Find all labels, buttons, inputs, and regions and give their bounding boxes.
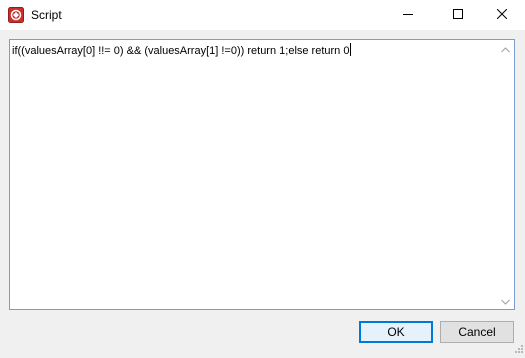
chevron-up-icon	[501, 40, 510, 58]
close-icon	[496, 6, 508, 24]
script-content: if((valuesArray[0] !!= 0) && (valuesArra…	[12, 45, 350, 57]
minimize-button[interactable]	[385, 0, 431, 30]
app-icon	[8, 7, 24, 23]
maximize-icon	[453, 6, 463, 24]
script-text[interactable]: if((valuesArray[0] !!= 0) && (valuesArra…	[12, 43, 352, 59]
vertical-scrollbar[interactable]	[497, 40, 514, 309]
scroll-up-arrow[interactable]	[497, 40, 514, 57]
maximize-button[interactable]	[435, 0, 481, 30]
script-editor[interactable]: if((valuesArray[0] !!= 0) && (valuesArra…	[9, 39, 515, 310]
scroll-down-arrow[interactable]	[497, 292, 514, 309]
chevron-down-icon	[501, 292, 510, 310]
resize-grip-icon[interactable]	[513, 340, 523, 353]
script-dialog: Script if((valuesArray[0] !!= 0) && (val…	[0, 0, 525, 353]
window-title: Script	[31, 8, 62, 22]
minimize-icon	[403, 6, 413, 24]
cancel-button[interactable]: Cancel	[440, 321, 514, 343]
close-button[interactable]	[479, 0, 525, 30]
ok-button[interactable]: OK	[359, 321, 433, 343]
text-caret	[350, 43, 352, 56]
title-bar[interactable]: Script	[0, 0, 525, 30]
